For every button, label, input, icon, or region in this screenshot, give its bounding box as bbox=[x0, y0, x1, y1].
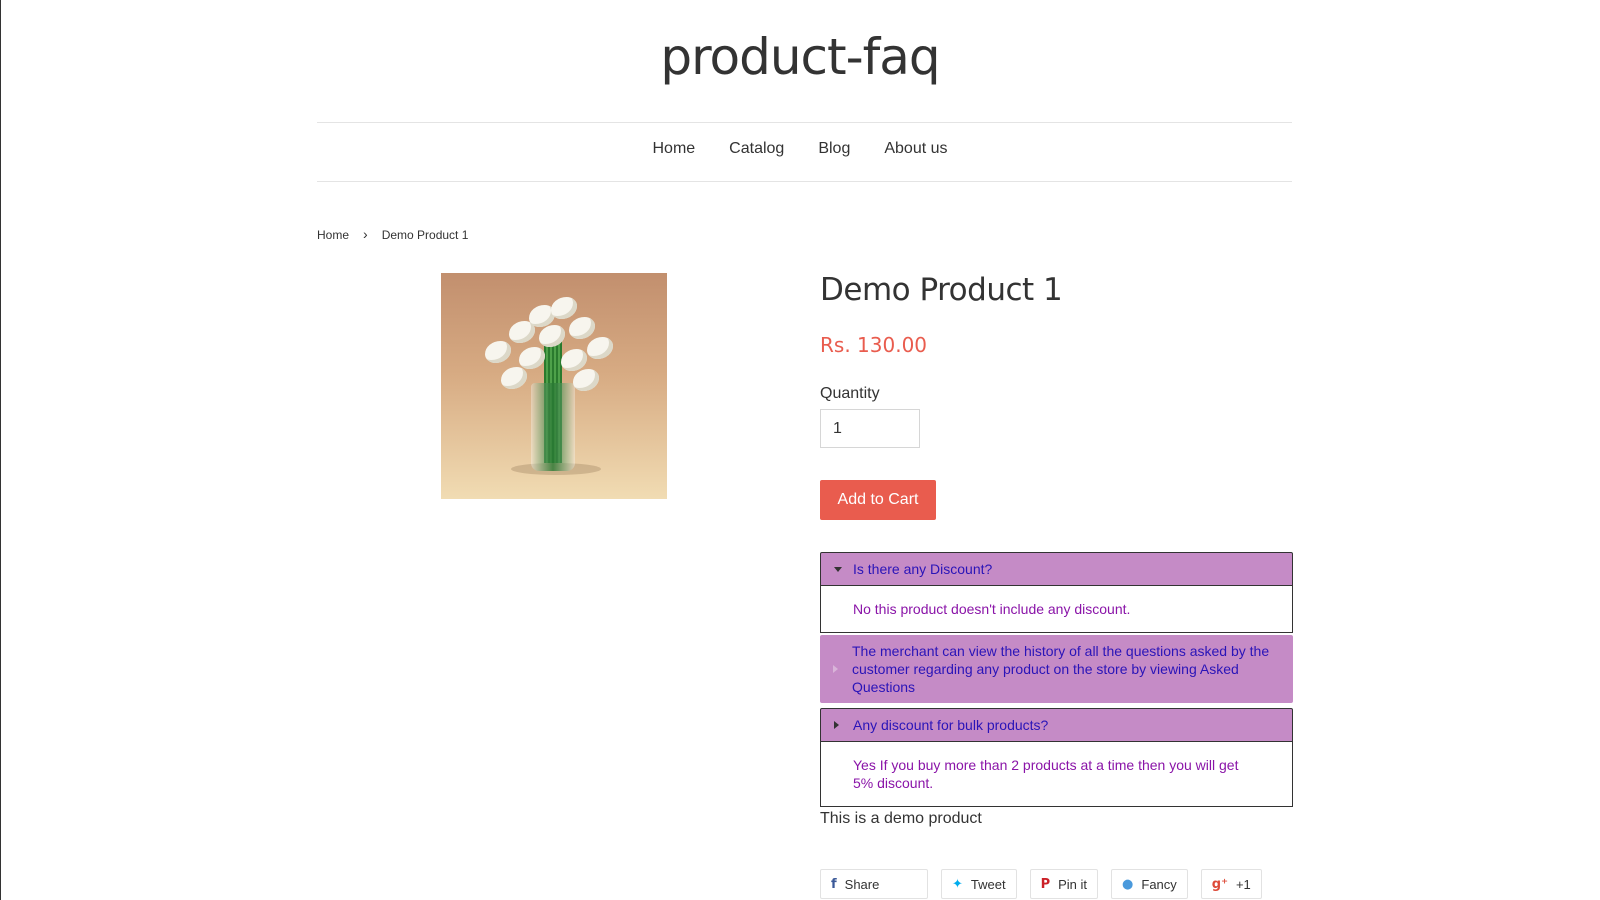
lily-flower bbox=[569, 317, 595, 339]
product-price: Rs. 130.00 bbox=[820, 333, 928, 357]
add-to-cart-button[interactable]: Add to Cart bbox=[820, 480, 936, 520]
nav-item-home[interactable]: Home bbox=[652, 140, 695, 158]
faq-question[interactable]: Is there any Discount? bbox=[820, 552, 1293, 586]
breadcrumb-home[interactable]: Home bbox=[317, 228, 349, 242]
share-twitter-label: Tweet bbox=[970, 876, 1006, 892]
lily-flower bbox=[561, 349, 587, 371]
twitter-icon: ✦ bbox=[952, 876, 963, 892]
share-fancy-label: Fancy bbox=[1141, 876, 1177, 892]
lily-flower bbox=[485, 341, 511, 363]
lily-flower bbox=[587, 337, 613, 359]
lily-flower bbox=[519, 347, 545, 369]
quantity-input[interactable] bbox=[820, 409, 920, 448]
lily-flower bbox=[509, 321, 535, 343]
lily-flower bbox=[501, 367, 527, 389]
quantity-label: Quantity bbox=[820, 385, 880, 402]
share-fancy-button[interactable]: ● Fancy bbox=[1111, 869, 1188, 899]
faq-item: The merchant can view the history of all… bbox=[820, 635, 1293, 703]
share-google-plus-label: +1 bbox=[1235, 876, 1251, 892]
nav-item-catalog[interactable]: Catalog bbox=[729, 140, 784, 158]
nav-divider-top bbox=[317, 122, 1292, 123]
main-nav: Home Catalog Blog About us bbox=[0, 140, 1600, 158]
share-pinterest-label: Pin it bbox=[1058, 876, 1088, 892]
faq-question-text: The merchant can view the history of all… bbox=[852, 643, 1270, 695]
fancy-icon: ● bbox=[1122, 876, 1134, 892]
faq-question-text: Is there any Discount? bbox=[853, 561, 993, 577]
faq-item: Any discount for bulk products? Yes If y… bbox=[820, 708, 1293, 807]
share-facebook-label: Share bbox=[844, 876, 880, 892]
pinterest-icon: P bbox=[1040, 876, 1051, 892]
google-plus-icon: g⁺ bbox=[1211, 876, 1228, 892]
share-google-plus-button[interactable]: g⁺ +1 bbox=[1200, 869, 1262, 899]
social-share-row: f Share ✦ Tweet P Pin it ● Fancy g⁺ +1 bbox=[820, 869, 1262, 899]
product-description: This is a demo product bbox=[820, 810, 982, 827]
nav-item-about-us[interactable]: About us bbox=[884, 140, 947, 158]
caret-right-icon bbox=[834, 721, 839, 729]
faq-question[interactable]: Any discount for bulk products? bbox=[820, 708, 1293, 742]
breadcrumb: Home › Demo Product 1 bbox=[317, 225, 469, 243]
faq-question[interactable]: The merchant can view the history of all… bbox=[820, 635, 1293, 703]
page-left-border bbox=[0, 0, 1, 900]
product-title: Demo Product 1 bbox=[820, 272, 1063, 308]
nav-item-blog[interactable]: Blog bbox=[818, 140, 850, 158]
breadcrumb-separator: › bbox=[363, 225, 368, 242]
lily-flower bbox=[551, 297, 577, 319]
share-facebook-button[interactable]: f Share bbox=[820, 869, 928, 899]
nav-divider-bottom bbox=[317, 181, 1292, 182]
breadcrumb-current: Demo Product 1 bbox=[381, 228, 469, 242]
faq-answer: No this product doesn't include any disc… bbox=[820, 586, 1293, 633]
caret-down-icon bbox=[834, 567, 842, 572]
lily-flower bbox=[573, 369, 599, 391]
facebook-icon: f bbox=[831, 876, 837, 892]
faq-item: Is there any Discount? No this product d… bbox=[820, 552, 1293, 633]
share-pinterest-button[interactable]: P Pin it bbox=[1029, 869, 1099, 899]
product-image[interactable] bbox=[441, 273, 667, 499]
faq-question-text: Any discount for bulk products? bbox=[853, 717, 1049, 733]
glass-vase bbox=[531, 383, 575, 471]
share-twitter-button[interactable]: ✦ Tweet bbox=[941, 869, 1017, 899]
site-title[interactable]: product-faq bbox=[0, 28, 1600, 86]
faq-answer: Yes If you buy more than 2 products at a… bbox=[820, 742, 1293, 807]
caret-right-icon bbox=[833, 665, 838, 673]
